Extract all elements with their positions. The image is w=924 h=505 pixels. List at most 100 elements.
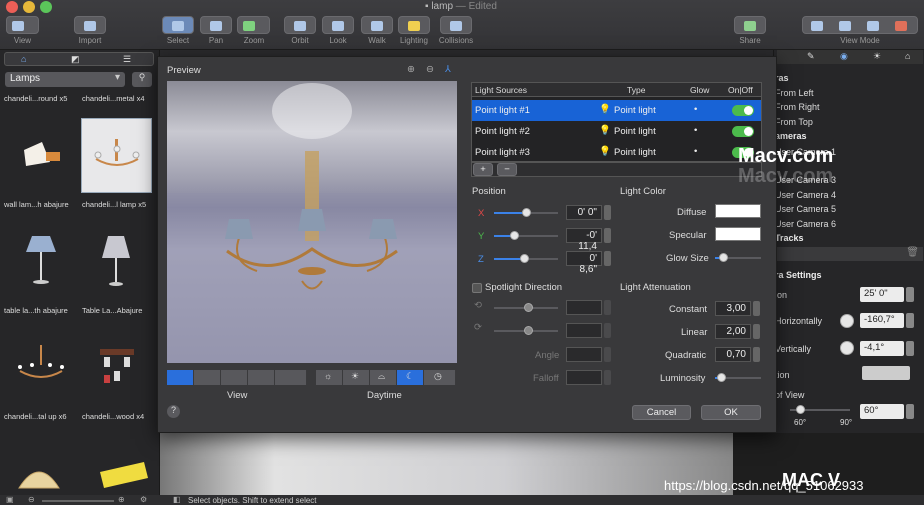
y-stepper[interactable] <box>604 228 611 243</box>
constant-field[interactable]: 3,00 <box>715 301 751 316</box>
fov-field[interactable]: 60° <box>860 404 904 419</box>
vertical-angle-field[interactable]: -4,1° <box>860 341 904 356</box>
look-button[interactable] <box>322 16 354 34</box>
glow-dot-icon[interactable]: • <box>694 125 697 136</box>
camera-item[interactable]: User Camera 4 <box>775 190 836 200</box>
view-btn-4[interactable] <box>248 370 275 385</box>
library-item-thumb[interactable] <box>14 456 64 495</box>
add-light-button[interactable]: + <box>473 163 493 176</box>
quadratic-stepper[interactable] <box>753 347 760 362</box>
library-item-thumb[interactable] <box>6 120 76 195</box>
vertical-dial[interactable] <box>840 341 854 355</box>
camera-icon[interactable]: ◉ <box>840 51 848 62</box>
gear-icon[interactable]: ⚙ <box>140 495 147 504</box>
walk-button[interactable] <box>361 16 393 34</box>
close-window-button[interactable] <box>6 1 18 13</box>
library-item-thumb[interactable] <box>82 335 152 410</box>
angle-field[interactable] <box>566 347 602 362</box>
sidebar-toggle-icon[interactable]: ◧ <box>173 495 181 504</box>
home-icon[interactable]: ⌂ <box>21 54 26 64</box>
library-item-thumb[interactable] <box>96 456 152 495</box>
library-item-selected[interactable] <box>81 118 152 193</box>
library-item-thumb[interactable] <box>82 228 152 303</box>
camera-item[interactable]: User Camera 5 <box>775 204 836 214</box>
z-stepper[interactable] <box>604 251 611 266</box>
camera-item[interactable]: From Left <box>775 88 814 98</box>
glow-size-knob[interactable] <box>719 253 728 262</box>
zoom-out-small-icon[interactable]: ⊖ <box>28 495 35 504</box>
angle-stepper[interactable] <box>604 347 611 362</box>
share-button[interactable] <box>734 16 766 34</box>
horizontal-dial[interactable] <box>840 314 854 328</box>
daytime-morning-button[interactable]: ☀ <box>343 370 370 385</box>
camera-height-stepper[interactable] <box>906 287 914 302</box>
fov-stepper[interactable] <box>906 404 914 419</box>
import-button[interactable] <box>74 16 106 34</box>
search-button[interactable]: ⚲ <box>132 72 152 87</box>
constant-stepper[interactable] <box>753 301 760 316</box>
minimize-window-button[interactable] <box>23 1 35 13</box>
light-on-toggle[interactable] <box>732 126 754 137</box>
spot-yaw-field[interactable] <box>566 300 602 315</box>
zoom-in-icon[interactable]: ⊕ <box>407 64 415 75</box>
linear-field[interactable]: 2,00 <box>715 324 751 339</box>
x-slider-knob[interactable] <box>522 208 531 217</box>
view-btn-3[interactable] <box>221 370 248 385</box>
y-value-field[interactable]: -0' 11,4 <box>566 228 602 252</box>
list-icon[interactable]: ☰ <box>123 54 131 65</box>
scene-icon[interactable]: ⌂ <box>905 51 910 61</box>
glow-dot-icon[interactable]: • <box>694 146 697 157</box>
vertical-stepper[interactable] <box>906 341 914 356</box>
falloff-stepper[interactable] <box>604 370 611 385</box>
thumbnail-size-slider[interactable] <box>42 500 114 502</box>
horizontal-stepper[interactable] <box>906 313 914 328</box>
trash-icon[interactable]: 🗑 <box>906 247 919 258</box>
view-btn-5[interactable] <box>275 370 307 385</box>
light-row[interactable]: Point light #1 💡 Point light • <box>472 100 761 121</box>
z-value-field[interactable]: 0' 8,6" <box>566 251 602 275</box>
image-icon[interactable]: ▣ <box>6 495 14 504</box>
category-select[interactable]: Lamps <box>5 72 125 87</box>
pencil-icon[interactable]: ✎ <box>807 51 815 62</box>
light-preview[interactable] <box>167 81 457 363</box>
view-btn-1[interactable] <box>167 370 194 385</box>
luminosity-knob[interactable] <box>717 373 726 382</box>
projection-segmented[interactable] <box>862 366 910 380</box>
daytime-night-button[interactable]: ☾ <box>397 370 424 385</box>
library-tabs[interactable]: ⌂ ◩ ☰ <box>4 52 154 66</box>
3d-viewport[interactable] <box>160 433 733 495</box>
materials-icon[interactable]: ◩ <box>71 54 80 65</box>
spotlight-checkbox[interactable] <box>472 283 482 293</box>
sun-icon[interactable]: ☀ <box>873 51 881 62</box>
view-button[interactable] <box>6 16 39 34</box>
z-slider-knob[interactable] <box>520 254 529 263</box>
select-button[interactable] <box>162 16 194 34</box>
spot-yaw-stepper[interactable] <box>604 300 611 315</box>
fov-slider-knob[interactable] <box>796 405 805 414</box>
camera-height-field[interactable]: 25' 0" <box>860 287 904 302</box>
pan-button[interactable] <box>200 16 232 34</box>
lighting-button[interactable] <box>398 16 430 34</box>
diffuse-color-well[interactable] <box>715 204 761 218</box>
x-value-field[interactable]: 0' 0" <box>566 205 602 220</box>
library-item-thumb[interactable] <box>6 228 76 303</box>
daytime-clock-button[interactable]: ◷ <box>424 370 456 385</box>
spot-pitch-knob[interactable] <box>524 326 533 335</box>
spot-pitch-stepper[interactable] <box>604 323 611 338</box>
linear-stepper[interactable] <box>753 324 760 339</box>
light-row[interactable]: Point light #2 💡 Point light • <box>472 121 761 142</box>
remove-light-button[interactable]: − <box>497 163 517 176</box>
help-button[interactable]: ? <box>167 405 180 418</box>
quadratic-field[interactable]: 0,70 <box>715 347 751 362</box>
ok-button[interactable]: OK <box>701 405 761 420</box>
y-slider-knob[interactable] <box>510 231 519 240</box>
light-type-select[interactable]: Point light <box>614 147 656 158</box>
light-on-toggle[interactable] <box>732 105 754 116</box>
zoom-button[interactable] <box>237 16 270 34</box>
camera-item[interactable]: From Right <box>775 102 820 112</box>
inspector-tabs[interactable]: ✎ ◉ ☀ ⌂ <box>777 50 923 64</box>
camera-item[interactable]: User Camera 6 <box>775 219 836 229</box>
horizontal-angle-field[interactable]: -160,7° <box>860 313 904 328</box>
falloff-field[interactable] <box>566 370 602 385</box>
spot-yaw-knob[interactable] <box>524 303 533 312</box>
